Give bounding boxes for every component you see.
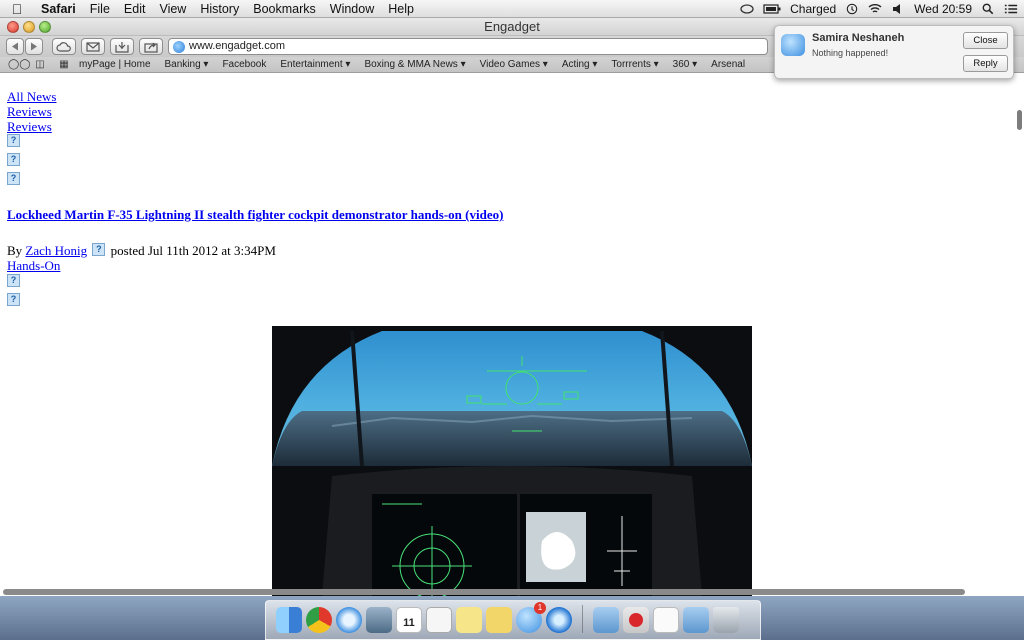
time-machine-icon[interactable] <box>845 3 859 15</box>
folder-icon[interactable] <box>593 607 619 633</box>
messages-icon[interactable]: 1 <box>516 602 546 633</box>
add-bookmark-icon <box>115 41 129 53</box>
forward-button[interactable] <box>25 38 43 55</box>
broken-image-icon[interactable]: ? <box>7 134 20 147</box>
nav-link-all-news[interactable]: All News <box>7 89 56 105</box>
article-headline[interactable]: Lockheed Martin F-35 Lightning II stealt… <box>7 207 503 223</box>
stickies-icon[interactable] <box>456 607 482 633</box>
share-button[interactable] <box>139 38 163 55</box>
cloud-icon <box>56 41 71 52</box>
category-link[interactable]: Hands-On <box>7 258 60 274</box>
bookmark-facebook[interactable]: Facebook <box>215 59 273 70</box>
spotlight-search-icon[interactable] <box>981 3 995 15</box>
angry-birds-icon[interactable] <box>623 607 649 633</box>
bookmark-torrents[interactable]: Torrrents ▾ <box>604 59 665 70</box>
post-date: posted Jul 11th 2012 at 3:34PM <box>110 243 276 258</box>
envelope-icon <box>86 41 100 52</box>
bookmark-boxing-mma[interactable]: Boxing & MMA News ▾ <box>357 59 472 70</box>
bookmarks-book-icon[interactable]: ◫ <box>32 59 48 70</box>
bookmark-entertainment[interactable]: Entertainment ▾ <box>273 59 357 70</box>
status-menus: Charged Wed 20:59 <box>740 0 1018 18</box>
apple-menu-icon[interactable]:  <box>0 1 34 17</box>
broken-image-icon[interactable]: ? <box>92 243 106 256</box>
wifi-icon[interactable] <box>868 3 882 15</box>
nav-link-reviews[interactable]: Reviews <box>7 104 52 120</box>
broken-image-icon[interactable]: ? <box>7 293 20 306</box>
top-sites-grid-icon[interactable]: ▦ <box>56 59 72 70</box>
trash-icon[interactable] <box>713 607 739 633</box>
byline-prefix: By <box>7 243 23 258</box>
battery-status[interactable]: Charged <box>790 2 836 16</box>
safari-icon[interactable] <box>336 607 362 633</box>
horizontal-scrollbar[interactable] <box>3 589 965 595</box>
menu-bookmarks[interactable]: Bookmarks <box>246 0 323 18</box>
page-content: All News Reviews Reviews ? ? ? Lockheed … <box>0 74 1024 596</box>
broken-image-icon[interactable]: ? <box>7 153 20 166</box>
calendar-icon[interactable]: 11 <box>396 607 422 633</box>
address-text: www.engadget.com <box>189 40 285 52</box>
textedit-icon[interactable] <box>426 607 452 633</box>
document-icon[interactable] <box>653 607 679 633</box>
itunes-icon[interactable] <box>546 607 572 633</box>
bookmark-acting[interactable]: Acting ▾ <box>555 59 605 70</box>
menu-file[interactable]: File <box>83 0 117 18</box>
message-notification: Samira Neshaneh Nothing happened! Close … <box>774 25 1014 79</box>
notification-message: Nothing happened! <box>812 48 889 58</box>
unread-badge: 1 <box>534 602 546 614</box>
close-button[interactable]: Close <box>963 32 1008 49</box>
bookmark-banking[interactable]: Banking ▾ <box>158 59 216 70</box>
bookmark-mypage[interactable]: myPage | Home <box>72 59 158 70</box>
clock[interactable]: Wed 20:59 <box>914 2 972 16</box>
menu-app-safari[interactable]: Safari <box>34 0 83 18</box>
notification-center-icon[interactable] <box>1004 3 1018 15</box>
icloud-tabs-button[interactable] <box>52 38 76 55</box>
bookmark-video-games[interactable]: Video Games ▾ <box>473 59 555 70</box>
reading-list-button[interactable] <box>110 38 134 55</box>
menu-help[interactable]: Help <box>381 0 421 18</box>
reading-list-icon[interactable]: ◯◯ <box>8 59 30 70</box>
cockpit-photo[interactable] <box>272 326 752 596</box>
chrome-icon[interactable] <box>306 607 332 633</box>
back-arrow-icon <box>12 42 18 51</box>
bookmark-360[interactable]: 360 ▾ <box>666 59 704 70</box>
dock: 11 1 <box>265 600 761 640</box>
address-bar[interactable]: www.engadget.com <box>168 38 768 55</box>
broken-image-icon[interactable]: ? <box>7 274 20 287</box>
notification-sender: Samira Neshaneh <box>812 32 905 44</box>
globe-icon <box>173 41 185 53</box>
vertical-scrollbar[interactable] <box>1017 110 1022 130</box>
volume-icon[interactable] <box>891 3 905 15</box>
menu-edit[interactable]: Edit <box>117 0 153 18</box>
bookmark-arsenal[interactable]: Arsenal <box>704 59 752 70</box>
preview-icon[interactable] <box>366 607 392 633</box>
forward-arrow-icon <box>31 42 37 51</box>
nav-link-reviews-2[interactable]: Reviews <box>7 119 52 135</box>
author-link[interactable]: Zach Honig <box>25 243 87 258</box>
finder-icon[interactable] <box>276 607 302 633</box>
dock-separator <box>582 605 583 633</box>
article-byline: By Zach Honig ? posted Jul 11th 2012 at … <box>7 243 276 259</box>
notes-icon[interactable] <box>486 607 512 633</box>
broken-image-icon[interactable]: ? <box>7 172 20 185</box>
menu-view[interactable]: View <box>152 0 193 18</box>
cockpit-illustration <box>272 326 752 596</box>
red-bird-icon <box>629 613 643 627</box>
menu-window[interactable]: Window <box>323 0 381 18</box>
menu-history[interactable]: History <box>193 0 246 18</box>
messages-app-icon <box>781 34 805 56</box>
mail-button[interactable] <box>81 38 105 55</box>
downloads-icon[interactable] <box>683 607 709 633</box>
battery-icon[interactable] <box>763 3 781 15</box>
share-icon <box>144 42 158 53</box>
reply-button[interactable]: Reply <box>963 55 1008 72</box>
menu-bar:  Safari File Edit View History Bookmark… <box>0 0 1024 18</box>
speech-bubble-icon[interactable] <box>740 3 754 15</box>
back-button[interactable] <box>6 38 24 55</box>
